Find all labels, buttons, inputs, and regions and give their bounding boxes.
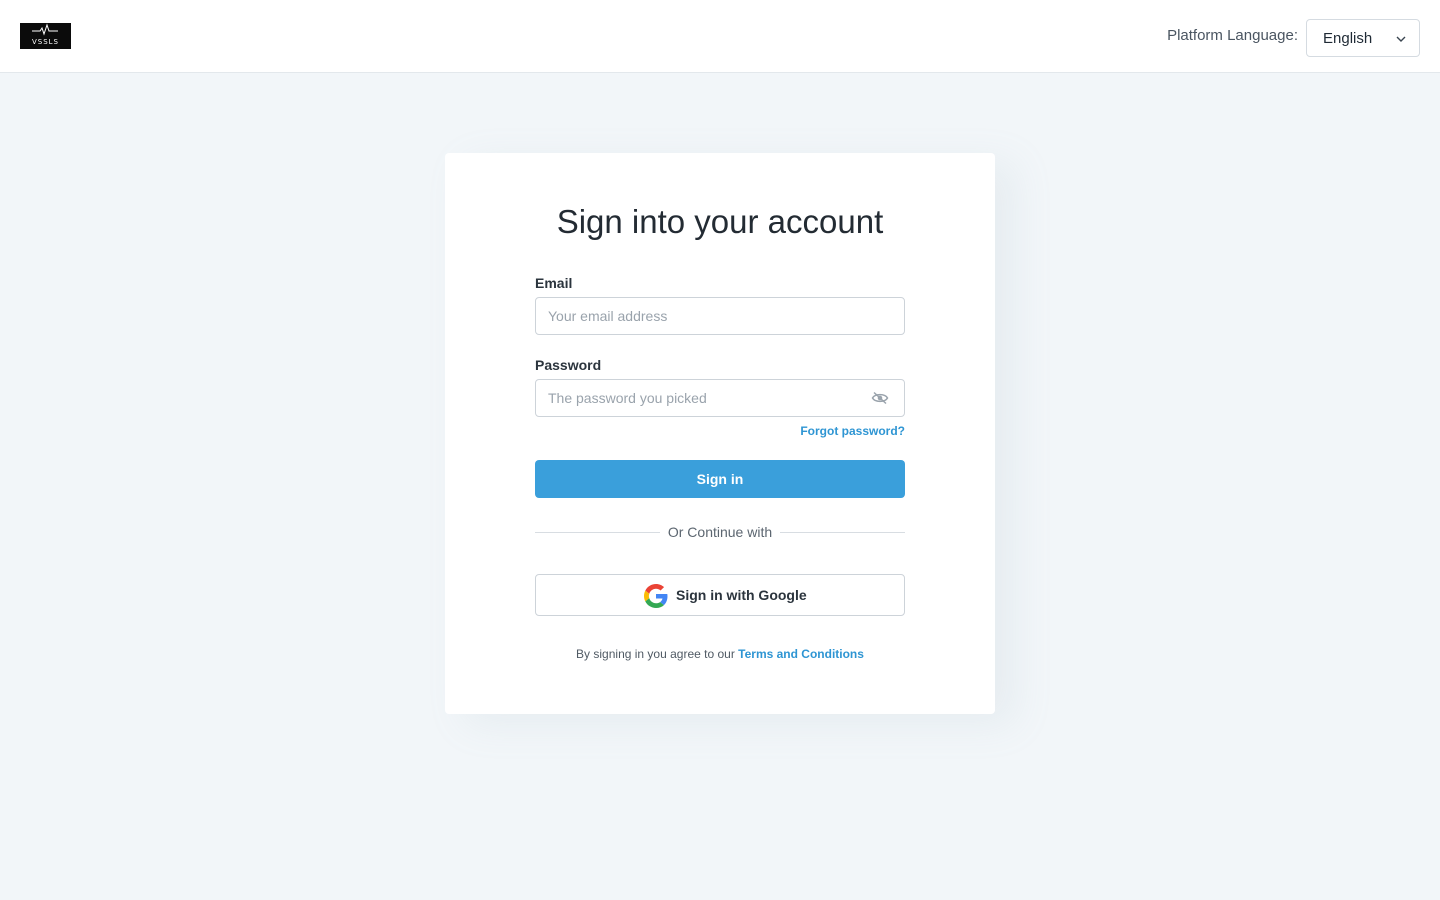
google-sign-in-button[interactable]: Sign in with Google <box>535 574 905 616</box>
top-bar: VSSLS Platform Language: English <box>0 0 1440 73</box>
email-field[interactable] <box>535 297 905 335</box>
sign-in-button[interactable]: Sign in <box>535 460 905 498</box>
terms-prefix: By signing in you agree to our <box>576 647 735 661</box>
logo-text: VSSLS <box>31 38 60 46</box>
sign-in-card: Sign into your account Email Password Fo… <box>445 153 995 714</box>
forgot-password-link[interactable]: Forgot password? <box>800 424 905 438</box>
eye-slash-icon[interactable] <box>871 391 889 405</box>
language-select[interactable]: English <box>1306 19 1420 57</box>
google-sign-in-label: Sign in with Google <box>676 587 807 603</box>
language-select-value: English <box>1323 30 1373 47</box>
password-label: Password <box>535 357 602 373</box>
vssls-logo[interactable]: VSSLS <box>20 23 71 49</box>
pulse-line-logo-icon <box>32 23 58 36</box>
email-label: Email <box>535 275 573 291</box>
terms-and-conditions-link[interactable]: Terms and Conditions <box>738 647 864 661</box>
divider-text: Or Continue with <box>667 524 773 540</box>
password-field[interactable] <box>535 379 905 417</box>
page-title: Sign into your account <box>556 203 884 240</box>
divider-line-right <box>780 532 905 533</box>
platform-language-label: Platform Language: <box>1167 27 1298 44</box>
google-g-icon <box>644 584 668 608</box>
chevron-down-icon <box>1396 36 1406 42</box>
terms-notice: By signing in you agree to our Terms and… <box>445 647 995 661</box>
